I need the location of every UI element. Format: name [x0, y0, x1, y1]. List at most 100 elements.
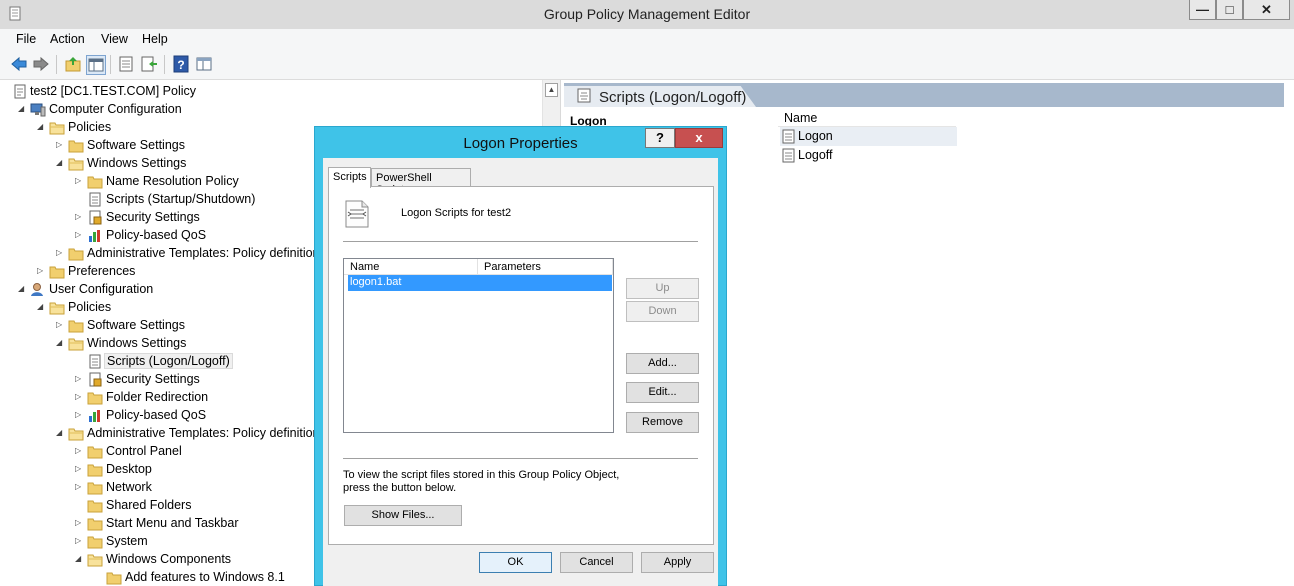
- script-icon: [782, 148, 795, 163]
- show-files-button[interactable]: Show Files...: [344, 505, 462, 526]
- tree-node-label: Software Settings: [87, 318, 185, 332]
- logon-properties-dialog: Logon Properties ? x Scripts PowerShell …: [314, 126, 727, 586]
- collapse-arrow-icon[interactable]: ◢: [56, 338, 64, 348]
- up-folder-icon[interactable]: [64, 55, 82, 73]
- close-button[interactable]: ✕: [1243, 0, 1290, 20]
- scripts-list[interactable]: Name Parameters logon1.bat: [343, 258, 614, 433]
- details-title: Scripts (Logon/Logoff): [599, 89, 747, 106]
- folder-icon: [49, 266, 65, 279]
- menu-bar: File Action View Help: [0, 29, 1294, 52]
- expand-arrow-icon[interactable]: ▷: [75, 518, 83, 528]
- expand-arrow-icon[interactable]: ▷: [75, 464, 83, 474]
- tree-node-label: Preferences: [68, 264, 136, 278]
- export-list-icon[interactable]: [140, 55, 158, 73]
- folder-icon: [68, 248, 84, 261]
- remove-button[interactable]: Remove: [626, 412, 699, 433]
- tree-node-label: Scripts (Logon/Logoff): [104, 353, 233, 369]
- folder-icon: [49, 302, 65, 315]
- help-icon[interactable]: ?: [172, 55, 190, 73]
- folder-icon: [87, 500, 103, 513]
- folder-icon: [68, 338, 84, 351]
- list-item-logoff[interactable]: Logoff: [780, 146, 957, 165]
- tree-node-label: Software Settings: [87, 138, 185, 152]
- folder-icon: [87, 446, 103, 459]
- expand-arrow-icon[interactable]: ▷: [75, 392, 83, 402]
- menu-action[interactable]: Action: [50, 32, 85, 46]
- menu-help[interactable]: Help: [142, 32, 168, 46]
- collapse-arrow-icon[interactable]: ◢: [37, 302, 45, 312]
- expand-arrow-icon[interactable]: ▷: [56, 248, 64, 258]
- collapse-arrow-icon[interactable]: ◢: [56, 158, 64, 168]
- folder-icon: [87, 392, 103, 405]
- collapse-arrow-icon[interactable]: ◢: [56, 428, 64, 438]
- show-hide-tree-icon[interactable]: [86, 55, 106, 75]
- expand-arrow-icon[interactable]: ▷: [75, 374, 83, 384]
- expand-arrow-icon[interactable]: ▷: [75, 212, 83, 222]
- dialog-close-button[interactable]: x: [675, 128, 723, 148]
- title-bar: Group Policy Management Editor — □ ✕: [0, 0, 1294, 29]
- ok-button[interactable]: OK: [479, 552, 552, 573]
- expand-arrow-icon[interactable]: ▷: [75, 482, 83, 492]
- folder-icon: [68, 320, 84, 333]
- forward-icon[interactable]: [32, 55, 50, 73]
- tree-node-label: Policy-based QoS: [106, 408, 207, 422]
- expand-arrow-icon[interactable]: ▷: [75, 230, 83, 240]
- tree-node-label: Name Resolution Policy: [106, 174, 239, 188]
- up-button[interactable]: Up: [626, 278, 699, 299]
- folder-icon: [87, 536, 103, 549]
- dialog-help-button[interactable]: ?: [645, 128, 675, 148]
- user-icon: [31, 283, 43, 296]
- expand-arrow-icon[interactable]: ▷: [37, 266, 45, 276]
- tab-scripts[interactable]: Scripts: [328, 167, 371, 188]
- add-button[interactable]: Add...: [626, 353, 699, 374]
- expand-arrow-icon[interactable]: ▷: [56, 320, 64, 330]
- table-row[interactable]: logon1.bat: [348, 275, 612, 291]
- down-button[interactable]: Down: [626, 301, 699, 322]
- edit-button[interactable]: Edit...: [626, 382, 699, 403]
- column-header-parameters[interactable]: Parameters: [478, 259, 613, 275]
- dialog-body: Scripts PowerShell Scripts Logon Scripts…: [323, 158, 718, 586]
- folder-icon: [87, 482, 103, 495]
- expand-arrow-icon[interactable]: ▷: [75, 446, 83, 456]
- show-files-info: To view the script files stored in this …: [343, 469, 620, 494]
- tree-node[interactable]: test2 [DC1.TEST.COM] Policy: [0, 83, 540, 101]
- tree-node-label: Security Settings: [106, 372, 200, 386]
- folder-icon: [106, 572, 122, 585]
- tree-node-label: Policies: [68, 120, 112, 134]
- tab-powershell-scripts[interactable]: PowerShell Scripts: [371, 168, 471, 196]
- tree-node-label: test2 [DC1.TEST.COM] Policy: [30, 84, 197, 98]
- expand-arrow-icon[interactable]: ▷: [56, 140, 64, 150]
- minimize-button[interactable]: —: [1189, 0, 1216, 20]
- back-icon[interactable]: [10, 55, 28, 73]
- script-name-cell: logon1.bat: [350, 276, 402, 288]
- column-header-name[interactable]: Name: [778, 107, 956, 127]
- tree-node-label: Network: [106, 480, 152, 494]
- apply-button[interactable]: Apply: [641, 552, 714, 573]
- cancel-button[interactable]: Cancel: [560, 552, 633, 573]
- expand-arrow-icon[interactable]: ▷: [75, 176, 83, 186]
- column-header-name[interactable]: Name: [344, 259, 478, 275]
- expand-arrow-icon[interactable]: ▷: [75, 410, 83, 420]
- collapse-arrow-icon[interactable]: ◢: [18, 104, 26, 114]
- tree-node-label: Administrative Templates: Policy definit…: [87, 426, 326, 440]
- tree-node-label: Administrative Templates: Policy definit…: [87, 246, 326, 260]
- folder-icon: [68, 140, 84, 153]
- folder-icon: [87, 554, 103, 567]
- tree-node-label: Desktop: [106, 462, 152, 476]
- list-item-logon[interactable]: Logon: [780, 127, 957, 146]
- collapse-arrow-icon[interactable]: ◢: [18, 284, 26, 294]
- console-view-icon[interactable]: [195, 55, 213, 73]
- toolbar-separator: [164, 55, 165, 74]
- menu-view[interactable]: View: [101, 32, 128, 46]
- properties-icon[interactable]: [117, 55, 135, 73]
- scripts-heading: Logon Scripts for test2: [401, 207, 512, 219]
- maximize-button[interactable]: □: [1216, 0, 1243, 20]
- toolbar-separator: [110, 55, 111, 74]
- tree-node-label: Policies: [68, 300, 112, 314]
- collapse-arrow-icon[interactable]: ◢: [37, 122, 45, 132]
- collapse-arrow-icon[interactable]: ◢: [75, 554, 83, 564]
- scroll-up-arrow-icon[interactable]: ▲: [545, 83, 558, 97]
- menu-file[interactable]: File: [16, 32, 36, 46]
- expand-arrow-icon[interactable]: ▷: [75, 536, 83, 546]
- tree-node[interactable]: ◢ Computer Configuration: [0, 101, 540, 119]
